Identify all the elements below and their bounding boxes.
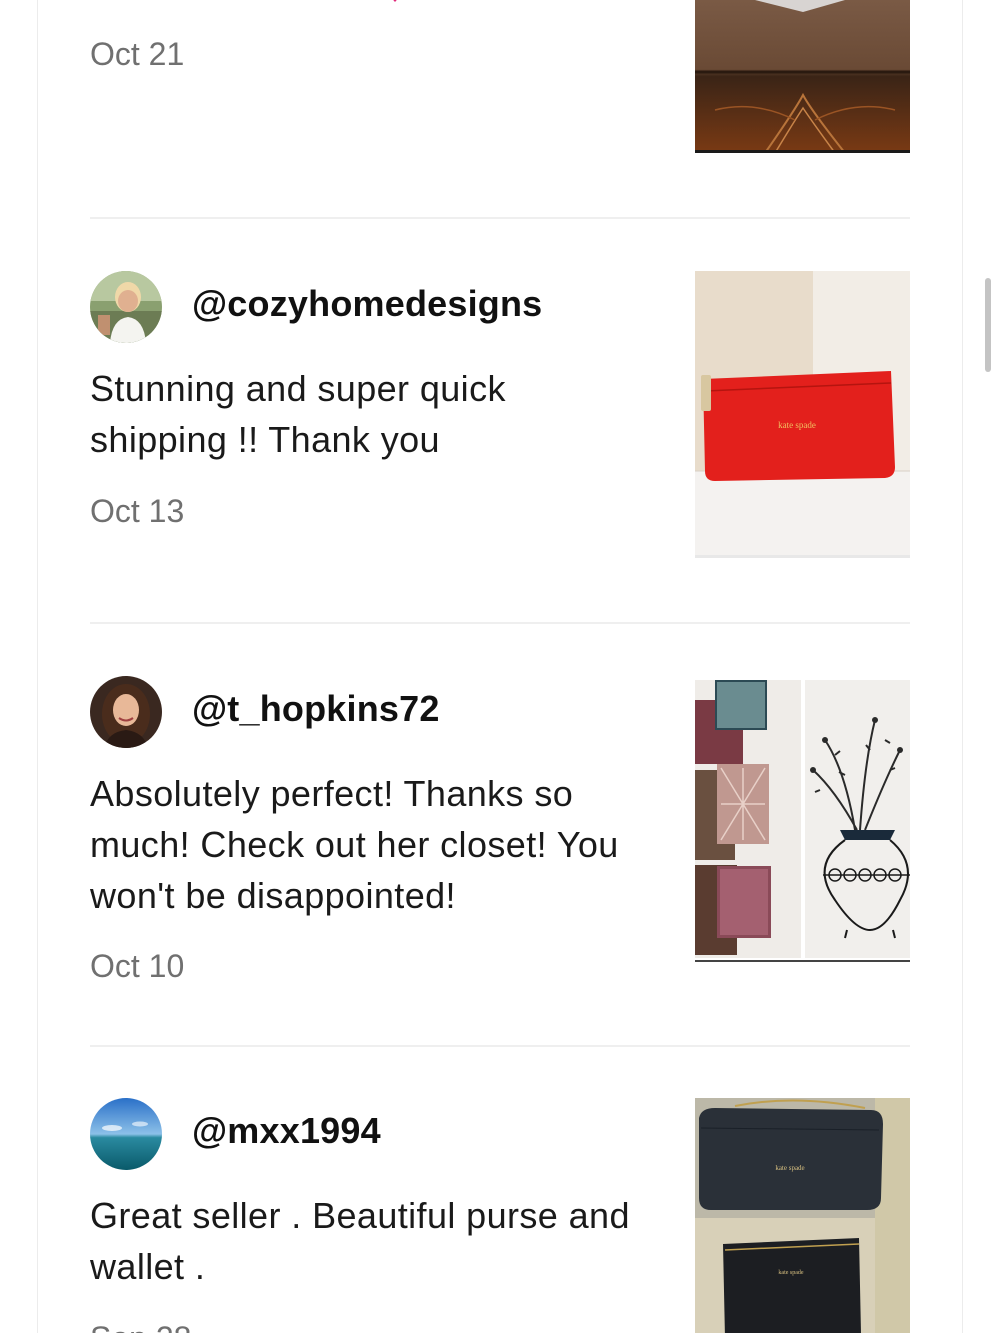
scrollbar-thumb[interactable] [985,278,991,372]
heart-icon [393,0,397,2]
product-thumbnail[interactable] [695,680,910,964]
review-divider [90,622,910,624]
brand-logo: kate spade [778,420,816,430]
frame-border-left [37,0,38,1333]
review-date: Oct 13 [90,493,185,529]
product-thumbnail[interactable]: kate spade kate spade [695,1098,910,1333]
review-divider [90,1045,910,1047]
review-comment: Stunning and super quick shipping !! Tha… [90,368,506,460]
avatar[interactable] [90,676,162,748]
reviewer-username[interactable]: @t_hopkins72 [192,688,440,730]
review-comment: Absolutely perfect! Thanks so much! Chec… [90,773,619,916]
review-date: Oct 21 [90,36,185,72]
leather-bag-image [695,0,910,153]
product-thumbnail[interactable] [695,0,910,153]
brand-logo: kate spade [775,1164,804,1172]
product-thumbnail[interactable]: kate spade [695,271,910,558]
avatar[interactable] [90,1098,162,1170]
review-date: Oct 10 [90,948,185,984]
reviewer-username[interactable]: @mxx1994 [192,1110,381,1152]
review-comment: Great seller . Beautiful purse and walle… [90,1195,630,1287]
reviews-page: Oct 21 @cozyhomedesigns Stunning and sup… [0,0,1000,1333]
reviewer-username[interactable]: @cozyhomedesigns [192,283,542,325]
frame-border-right [962,0,963,1333]
red-wallet-image: kate spade [695,271,910,558]
brand-logo: kate spade [778,1270,803,1276]
review-date: Sep 28 [90,1320,191,1333]
avatar[interactable] [90,271,162,343]
black-purse-wallet-image: kate spade kate spade [695,1098,910,1333]
wall-decor-image [695,680,910,964]
review-divider [90,217,910,219]
